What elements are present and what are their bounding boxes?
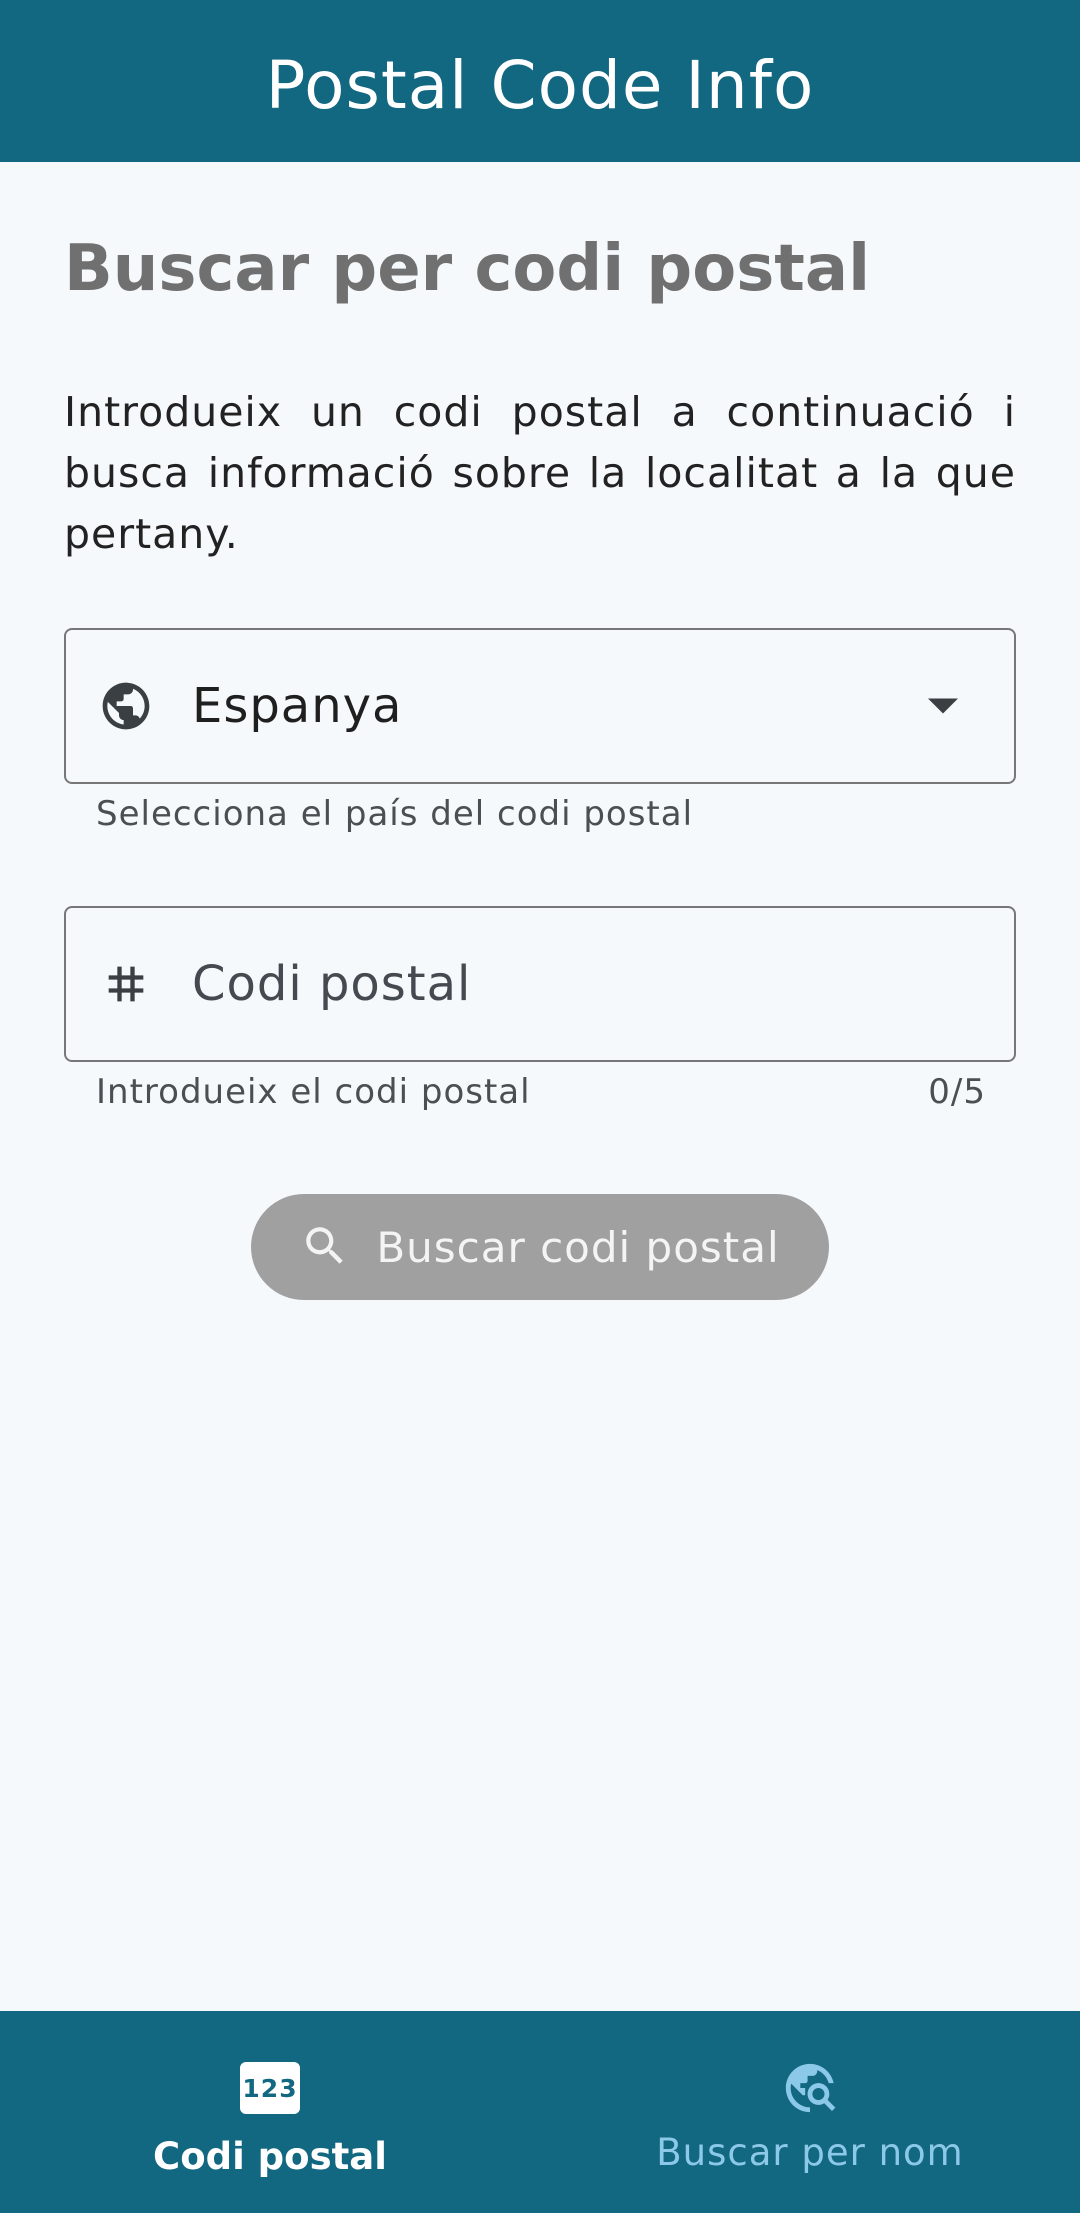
search-postal-code-button[interactable]: Buscar codi postal [251, 1194, 829, 1300]
nav-label-buscar-per-nom: Buscar per nom [656, 2131, 964, 2174]
country-value: Espanya [192, 678, 403, 734]
app-bar: Postal Code Info [0, 0, 1080, 162]
search-button-label: Buscar codi postal [376, 1222, 780, 1272]
nav-item-codi-postal[interactable]: 123 Codi postal [0, 2011, 540, 2213]
postal-code-placeholder: Codi postal [192, 956, 472, 1012]
country-helper-text: Selecciona el país del codi postal [96, 794, 694, 834]
country-select[interactable]: Espanya [64, 628, 1016, 784]
badge-123: 123 [240, 2062, 300, 2114]
numbers-123-icon: 123 [240, 2061, 300, 2115]
travel-explore-icon [780, 2061, 840, 2115]
nav-item-buscar-per-nom[interactable]: Buscar per nom [540, 2011, 1080, 2213]
app-title: Postal Code Info [265, 46, 815, 124]
nav-label-codi-postal: Codi postal [153, 2135, 387, 2178]
intro-text: Introdueix un codi postal a continuació … [64, 388, 1016, 558]
character-counter: 0/5 [928, 1072, 986, 1112]
globe-icon [96, 676, 156, 736]
bottom-navigation: 123 Codi postal Buscar per nom [0, 2011, 1080, 2213]
search-icon [300, 1221, 350, 1274]
postal-code-input[interactable]: Codi postal [64, 906, 1016, 1062]
page-heading: Buscar per codi postal [64, 232, 870, 306]
dropdown-arrow-icon [928, 698, 958, 714]
hash-icon [96, 954, 156, 1014]
postal-code-helper-text: Introdueix el codi postal [96, 1072, 531, 1112]
